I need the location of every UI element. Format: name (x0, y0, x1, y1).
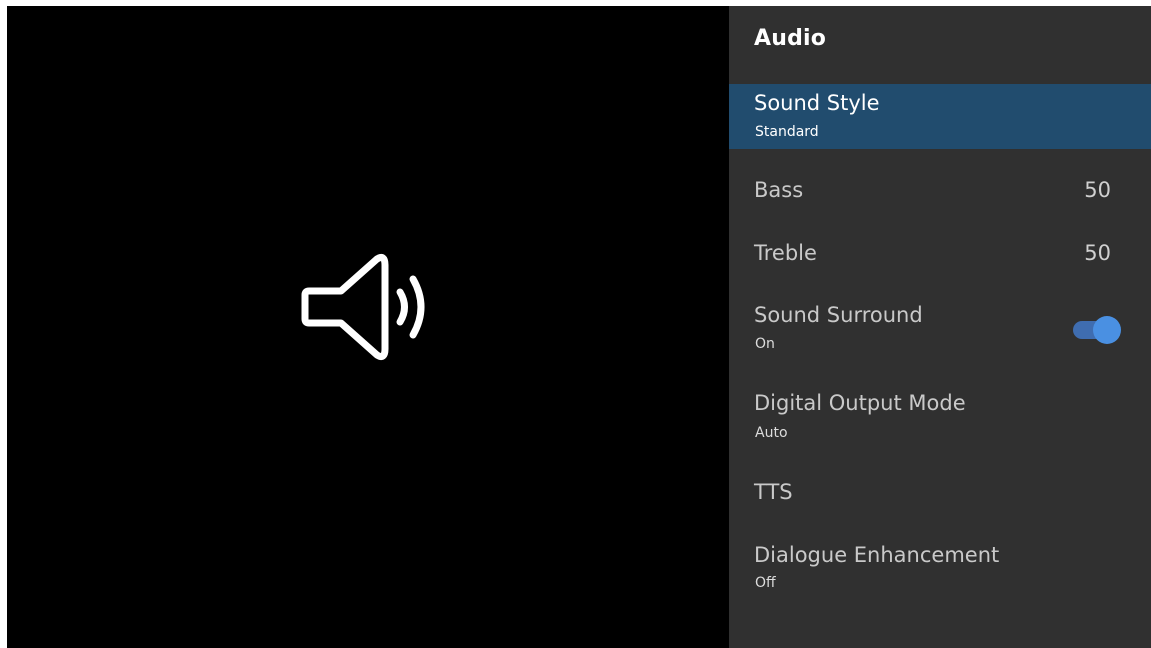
menu-item-digital-output-mode[interactable]: Digital Output Mode Auto (729, 384, 1151, 446)
menu-item-subtitle: Off (755, 575, 776, 591)
menu-item-label: Sound Surround (754, 303, 923, 327)
menu-item-sound-style[interactable]: Sound Style Standard (729, 84, 1151, 149)
toggle-knob (1093, 316, 1121, 344)
panel-title: Audio (754, 26, 827, 51)
menu-item-treble[interactable]: Treble 50 (729, 229, 1151, 281)
menu-item-label: Treble (754, 241, 817, 265)
menu-item-label: Dialogue Enhancement (754, 543, 1000, 567)
tv-screen: Audio Sound Style Standard Bass 50 Trebl… (7, 6, 1151, 648)
sound-surround-toggle[interactable] (1073, 316, 1121, 344)
menu-item-label: Digital Output Mode (754, 391, 966, 415)
menu-item-label: Sound Style (754, 91, 880, 115)
menu-item-bass[interactable]: Bass 50 (729, 166, 1151, 218)
menu-item-label: Bass (754, 178, 804, 202)
audio-settings-panel: Audio Sound Style Standard Bass 50 Trebl… (729, 6, 1151, 648)
menu-item-subtitle: On (755, 336, 775, 352)
menu-item-sound-surround[interactable]: Sound Surround On (729, 296, 1151, 358)
speaker-volume-icon (301, 254, 425, 360)
bass-value: 50 (1084, 178, 1111, 202)
menu-item-subtitle: Auto (755, 425, 788, 441)
audio-preview (7, 6, 729, 648)
treble-value: 50 (1084, 241, 1111, 265)
menu-item-subtitle: Standard (755, 124, 819, 140)
menu-item-dialogue-enhancement[interactable]: Dialogue Enhancement Off (729, 536, 1151, 598)
menu-item-label: TTS (754, 480, 793, 504)
menu-item-tts[interactable]: TTS (729, 470, 1151, 522)
